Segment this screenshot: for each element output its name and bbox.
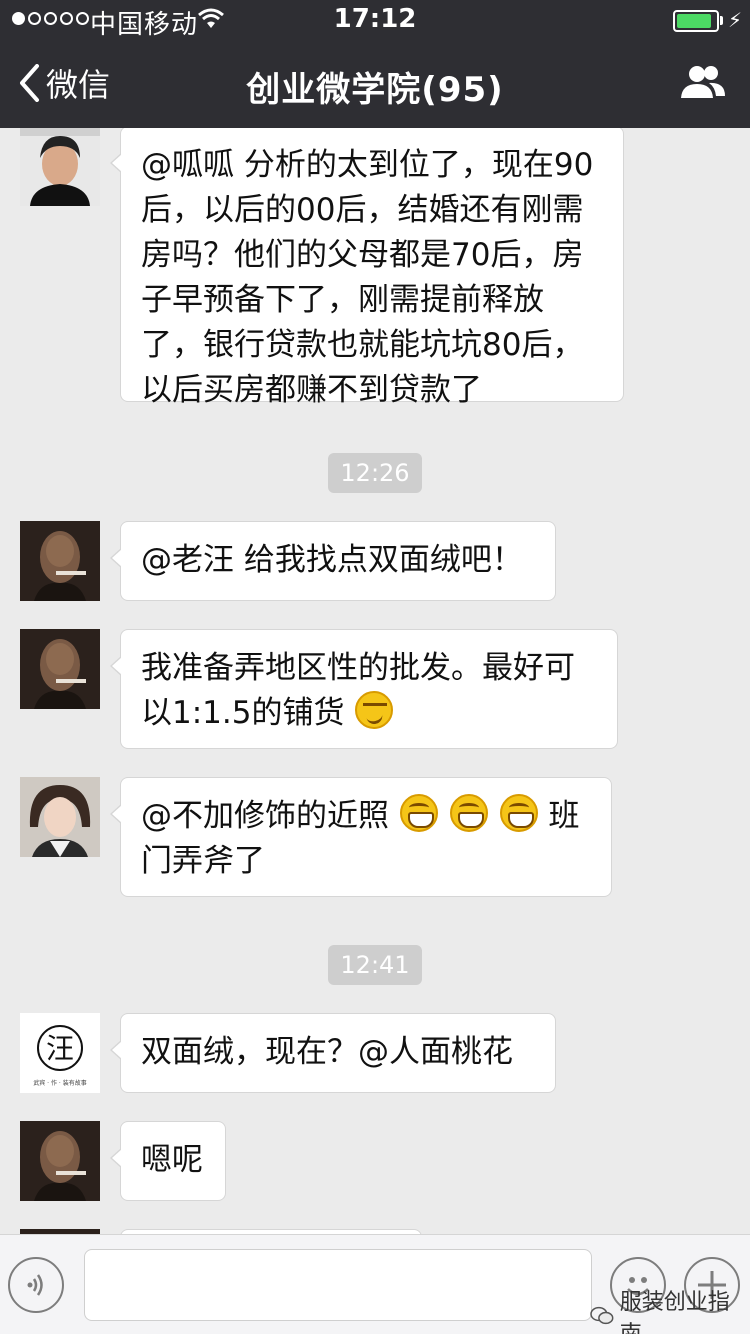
voice-icon <box>27 1274 43 1296</box>
message-bubble[interactable]: 我准备弄地区性的批发。最好可以1:1.5的铺货 <box>110 629 618 749</box>
avatar-logo-text: 汪 <box>46 1032 74 1065</box>
avatar[interactable] <box>20 1121 100 1201</box>
message-bubble[interactable]: 双面绒，现在？@人面桃花 <box>110 1013 556 1093</box>
grin-emoji-icon <box>399 794 438 832</box>
timestamp-label: 12:41 <box>328 945 422 985</box>
message-bubble[interactable]: @老汪 给我找点双面绒吧！ <box>110 521 556 601</box>
timestamp-divider: 12:26 <box>0 453 750 493</box>
grin-emoji-icon <box>449 794 488 832</box>
nav-bar: 微信 创业微学院(95) <box>0 40 750 128</box>
message-bubble[interactable]: 嗯呢 <box>110 1121 226 1201</box>
message-bubble[interactable]: @呱呱 分析的太到位了，现在90后，以后的00后，结婚还有刚需房吗？他们的父母都… <box>110 128 624 408</box>
group-icon[interactable] <box>680 64 726 100</box>
avatar[interactable]: 汪 武宾 · 作 · 装有故事 <box>20 1013 100 1093</box>
top-bar: 中国移动 17:12 ⚡ 微信 创业微学院(95) <box>0 0 750 128</box>
message-input[interactable] <box>84 1249 592 1321</box>
message-bubble[interactable]: @不加修饰的近照 班门弄斧了 <box>110 777 612 897</box>
smirk-emoji-icon <box>355 691 394 729</box>
message-text: 嗯呢 <box>141 1142 203 1178</box>
watermark: 服装创业指南 <box>590 1284 750 1334</box>
chat-title: 创业微学院(95) <box>246 70 504 110</box>
status-time: 17:12 <box>333 4 417 34</box>
timestamp-divider: 12:41 <box>0 945 750 985</box>
message-text: @呱呱 分析的太到位了，现在90后，以后的00后，结婚还有刚需房吗？他们的父母都… <box>141 147 594 408</box>
message-list[interactable]: @呱呱 分析的太到位了，现在90后，以后的00后，结婚还有刚需房吗？他们的父母都… <box>0 128 750 1234</box>
message-text-prefix: @不加修饰的近照 <box>141 798 399 834</box>
avatar[interactable] <box>20 777 100 857</box>
avatar[interactable] <box>20 521 100 601</box>
avatar-logo-caption: 武宾 · 作 · 装有故事 <box>33 1079 86 1087</box>
avatar[interactable] <box>20 629 100 709</box>
wechat-logo-icon <box>590 1306 614 1325</box>
watermark-text: 服装创业指南 <box>619 1290 730 1334</box>
status-bar: 中国移动 17:12 ⚡ <box>0 0 750 40</box>
voice-button[interactable] <box>8 1257 64 1313</box>
grin-emoji-icon <box>499 794 538 832</box>
charging-icon: ⚡ <box>728 8 743 32</box>
message-text: @老汪 给我找点双面绒吧！ <box>141 542 523 578</box>
battery-icon <box>673 10 719 32</box>
chat-screen: 中国移动 17:12 ⚡ 微信 创业微学院(95) @呱呱 分析的太到位了，现在… <box>0 0 750 1334</box>
avatar[interactable] <box>20 128 100 206</box>
message-text: 双面绒，现在？@人面桃花 <box>141 1034 513 1070</box>
timestamp-label: 12:26 <box>328 453 422 493</box>
